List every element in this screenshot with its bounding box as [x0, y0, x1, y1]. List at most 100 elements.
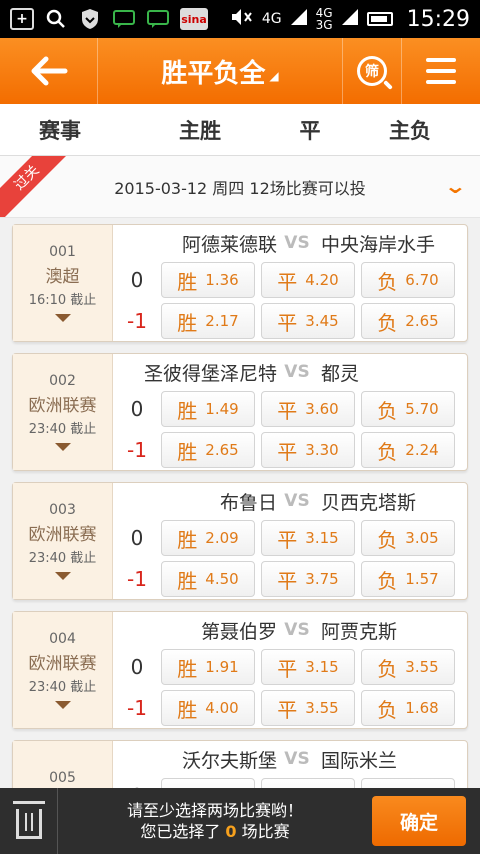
lose-odds-button[interactable]: 负 5.70 [361, 391, 455, 427]
win-odds-button[interactable]: 胜 4.50 [161, 561, 255, 597]
win-odds-button[interactable]: 胜 1.36 [161, 262, 255, 298]
parlay-ribbon: 过关 [0, 156, 75, 217]
back-button[interactable] [0, 38, 98, 104]
hamburger-icon [426, 58, 456, 84]
selection-count-text: 您已选择了 0 场比赛 [140, 822, 290, 841]
odds-value: 3.15 [305, 658, 339, 676]
handicap: -1 [127, 309, 147, 333]
odds-value: 1.68 [405, 699, 439, 717]
draw-odds-button[interactable]: 平 3.75 [261, 561, 355, 597]
chat-icon [112, 8, 136, 30]
trash-icon [12, 801, 45, 839]
odds-value: 5.70 [405, 400, 439, 418]
win-odds-button[interactable]: 胜 1.91 [161, 649, 255, 685]
match-info[interactable]: 003 欧洲联赛 23:40 截止 [13, 483, 113, 599]
expand-arrow-icon [54, 443, 71, 451]
clock: 15:29 [406, 6, 470, 32]
draw-odds-button[interactable]: 平 3.45 [261, 303, 355, 339]
lose-odds-button[interactable]: 负 2.24 [361, 432, 455, 468]
confirm-button[interactable]: 确定 [372, 796, 466, 846]
odds-value: 6.70 [405, 271, 439, 289]
bottom-bar: 请至少选择两场比赛哟！ 您已选择了 0 场比赛 确定 [0, 788, 480, 854]
app-header: 胜平负全 ◢ 筛 [0, 38, 480, 104]
vs-label: VS [284, 620, 310, 640]
odds-row: 0 胜 1.36 平 4.20 负 6.70 [113, 261, 469, 299]
draw-odds-button[interactable]: 平 4.20 [261, 262, 355, 298]
odds-value: 2.65 [405, 312, 439, 330]
away-team: 都灵 [321, 362, 360, 385]
expand-arrow-icon [54, 314, 71, 322]
win-odds-button[interactable]: 胜 1.49 [161, 391, 255, 427]
page-title-dropdown[interactable]: 胜平负全 ◢ [98, 53, 342, 90]
odds-value: 2.24 [405, 441, 439, 459]
league-name: 欧洲联赛 [28, 654, 97, 674]
dual-network: 4G 3G [315, 6, 333, 32]
vs-label: VS [284, 233, 310, 253]
win-odds-button[interactable]: 胜 2.65 [161, 432, 255, 468]
match-info[interactable]: 004 欧洲联赛 23:40 截止 [13, 612, 113, 728]
odds-value: 1.91 [205, 658, 239, 676]
odds-row: -1 胜 2.17 平 3.45 负 2.65 [113, 302, 469, 340]
deadline-time: 23:40 截止 [28, 422, 97, 437]
match-info[interactable]: 005 欧洲联赛 [13, 741, 113, 788]
win-odds-button[interactable]: 胜 2.09 [161, 520, 255, 556]
expand-arrow-icon [54, 701, 71, 709]
network-label-4g: 4G [261, 11, 282, 27]
lose-odds-button[interactable]: 负 6.70 [361, 262, 455, 298]
match-card: 002 欧洲联赛 23:40 截止 圣彼得堡泽尼特 VS 都灵 0 胜 1.49… [12, 353, 468, 471]
away-team: 阿贾克斯 [321, 620, 398, 643]
draw-odds-button[interactable]: 平 3.30 [261, 432, 355, 468]
odds-value: 3.60 [305, 400, 339, 418]
lose-odds-button[interactable]: 负 2.65 [361, 303, 455, 339]
match-info[interactable]: 001 澳超 16:10 截止 [13, 225, 113, 341]
odds-value: 2.09 [205, 529, 239, 547]
draw-odds-button[interactable]: 平 3.15 [261, 649, 355, 685]
notification-icons: + sina [10, 8, 208, 30]
date-section-header[interactable]: 过关 2015-03-12 周四 12场比赛可以投 ⌄ [0, 156, 480, 218]
match-card: 004 欧洲联赛 23:40 截止 第聂伯罗 VS 阿贾克斯 0 胜 1.91 … [12, 611, 468, 729]
lose-odds-button[interactable]: 负 1.57 [361, 561, 455, 597]
match-list[interactable]: 001 澳超 16:10 截止 阿德莱德联 VS 中央海岸水手 0 胜 1.36… [0, 218, 480, 788]
handicap: 0 [130, 655, 144, 679]
odds-value: 4.00 [205, 699, 239, 717]
win-odds-button[interactable]: 胜 1.50 [161, 778, 255, 788]
menu-button[interactable] [402, 38, 480, 104]
clear-selection-button[interactable] [0, 788, 58, 854]
away-team: 中央海岸水手 [321, 233, 436, 256]
league-name: 欧洲联赛 [28, 396, 97, 416]
match-card: 003 欧洲联赛 23:40 截止 布鲁日 VS 贝西克塔斯 0 胜 2.09 … [12, 482, 468, 600]
match-teams: 阿德莱德联 VS 中央海岸水手 [113, 225, 469, 261]
odds-row: 0 胜 2.09 平 3.15 负 3.05 [113, 519, 469, 557]
odds-row: 0 胜 1.49 平 3.60 负 5.70 [113, 390, 469, 428]
odds-value: 3.15 [305, 529, 339, 547]
battery-icon [366, 12, 393, 26]
odds-row: -1 胜 4.50 平 3.75 负 1.57 [113, 560, 469, 598]
lose-odds-button[interactable]: 负 3.05 [361, 520, 455, 556]
chat-icon [146, 8, 170, 30]
league-name: 澳超 [45, 267, 80, 287]
odds-row: -1 胜 4.00 平 3.55 负 1.68 [113, 689, 469, 727]
away-team: 贝西克塔斯 [321, 491, 417, 514]
deadline-time: 23:40 截止 [28, 551, 97, 566]
win-odds-button[interactable]: 胜 2.17 [161, 303, 255, 339]
deadline-time: 16:10 截止 [28, 293, 97, 308]
lose-odds-button[interactable]: 负 1.68 [361, 690, 455, 726]
lose-odds-button[interactable]: 负 3.55 [361, 649, 455, 685]
filter-button[interactable]: 筛 [342, 38, 402, 104]
draw-odds-button[interactable]: 平 3.55 [261, 690, 355, 726]
search-icon [44, 8, 68, 30]
draw-odds-button[interactable]: 平 3.15 [261, 520, 355, 556]
lose-odds-button[interactable]: 负 4.05 [361, 778, 455, 788]
draw-odds-button[interactable]: 平 3.80 [261, 778, 355, 788]
odds-value: 3.30 [305, 441, 339, 459]
match-number: 002 [49, 373, 76, 389]
match-info[interactable]: 002 欧洲联赛 23:40 截止 [13, 354, 113, 470]
match-card: 001 澳超 16:10 截止 阿德莱德联 VS 中央海岸水手 0 胜 1.36… [12, 224, 468, 342]
match-number: 005 [49, 769, 76, 786]
win-odds-button[interactable]: 胜 4.00 [161, 690, 255, 726]
handicap: 0 [130, 397, 144, 421]
match-card: 005 欧洲联赛 沃尔夫斯堡 VS 国际米兰 0 胜 1.50 平 3.80 负… [12, 740, 468, 788]
draw-odds-button[interactable]: 平 3.60 [261, 391, 355, 427]
filter-icon: 筛 [357, 56, 387, 86]
signal-icon [341, 8, 359, 30]
